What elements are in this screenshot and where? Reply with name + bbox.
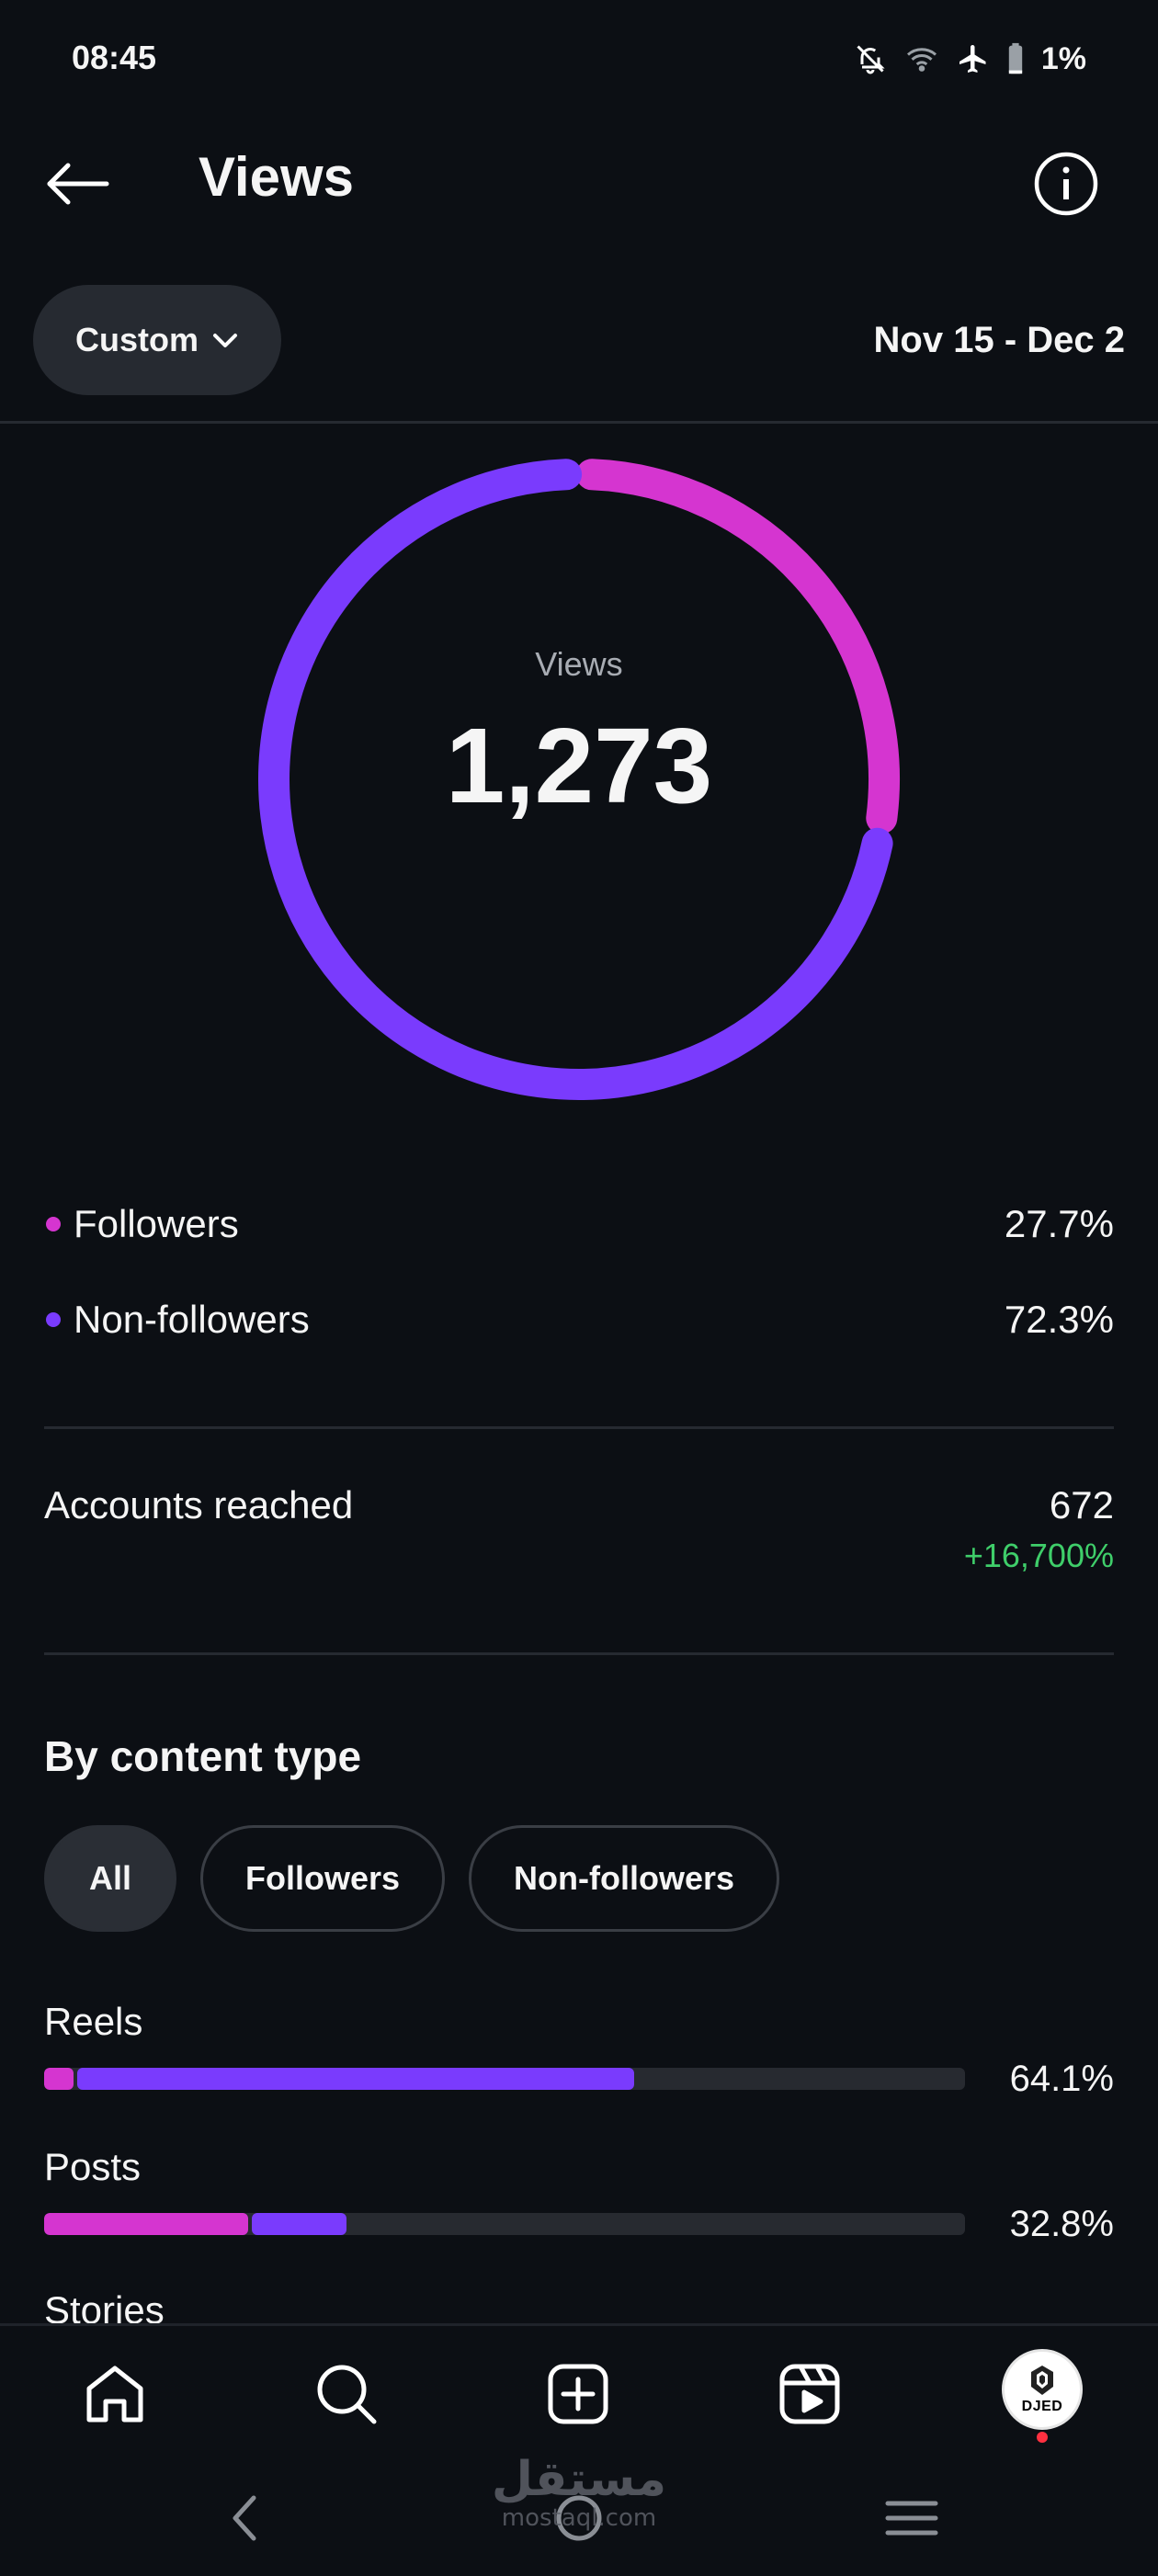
section-divider [44,1426,1114,1429]
donut-center-value: 1,273 [445,706,713,825]
nav-create[interactable] [537,2353,619,2435]
legend-row-followers: Followers 27.7% [44,1197,1114,1252]
legend-pct-followers: 27.7% [1004,1202,1114,1245]
accounts-reached-change: +16,700% [963,1537,1114,1574]
chevron-down-icon [213,334,237,347]
content-type-filter-chips: All Followers Non-followers [44,1825,780,1932]
date-range-dropdown[interactable]: Custom [33,285,281,395]
status-time: 08:45 [72,39,157,76]
legend-row-non-followers: Non-followers 72.3% [44,1292,1114,1347]
nav-profile-avatar[interactable]: DJED [1002,2349,1083,2430]
content-type-bar-reels [44,2068,965,2090]
legend-pct-non-followers: 72.3% [1004,1298,1114,1341]
battery-icon [1008,42,1023,74]
nav-home[interactable] [74,2353,156,2435]
nav-reels[interactable] [768,2353,851,2435]
create-icon [548,2364,608,2424]
airplane-icon [959,45,986,73]
accounts-reached-label: Accounts reached [44,1483,354,1526]
profile-notification-dot [1037,2432,1048,2443]
profile-logo-text: DJED [1021,2399,1063,2414]
chip-all[interactable]: All [44,1825,177,1932]
search-icon [317,2365,377,2424]
page-title: Views [199,146,355,208]
reels-icon [779,2364,840,2424]
bell-off-icon [857,45,885,74]
chip-followers[interactable]: Followers [200,1825,446,1932]
date-range-text: Nov 15 - Dec 2 [873,320,1125,360]
chip-non-followers[interactable]: Non-followers [469,1825,780,1932]
legend-dot-non-followers [46,1312,61,1327]
profile-logo-icon [1031,2366,1053,2395]
content-type-pct-posts: 32.8% [1009,2204,1114,2244]
accounts-reached-value: 672 [1049,1483,1114,1526]
content-type-title: By content type [44,1732,362,1780]
info-icon [1034,152,1098,216]
arrow-left-icon [47,163,109,205]
content-type-label-posts: Posts [44,2145,142,2188]
bar-segment-followers [44,2068,74,2090]
watermark: مستقل mostaql.com [0,2454,1158,2531]
status-icons: 1% [854,39,1086,79]
back-button[interactable] [40,147,114,221]
content-type-pct-reels: 64.1% [1009,2059,1114,2099]
donut-center-label: Views [535,645,623,683]
header-divider [0,421,1158,424]
legend-label-non-followers: Non-followers [74,1298,310,1341]
bar-segment-non-followers [77,2068,635,2090]
content-type-label-reels: Reels [44,2000,143,2043]
bar-segment-followers [44,2213,249,2235]
info-button[interactable] [1029,147,1103,221]
bar-segment-non-followers [252,2213,346,2235]
date-range-dropdown-label: Custom [75,321,199,358]
legend-label-followers: Followers [74,1202,239,1245]
content-type-bar-posts [44,2213,965,2235]
watermark-arabic: مستقل [491,2452,667,2507]
legend-dot-followers [46,1217,61,1231]
watermark-latin: mostaql.com [501,2504,657,2532]
home-icon [86,2366,143,2423]
nav-search[interactable] [305,2353,388,2435]
wifi-icon [906,48,937,72]
section-divider [44,1652,1114,1655]
battery-level: 1% [1040,40,1086,76]
